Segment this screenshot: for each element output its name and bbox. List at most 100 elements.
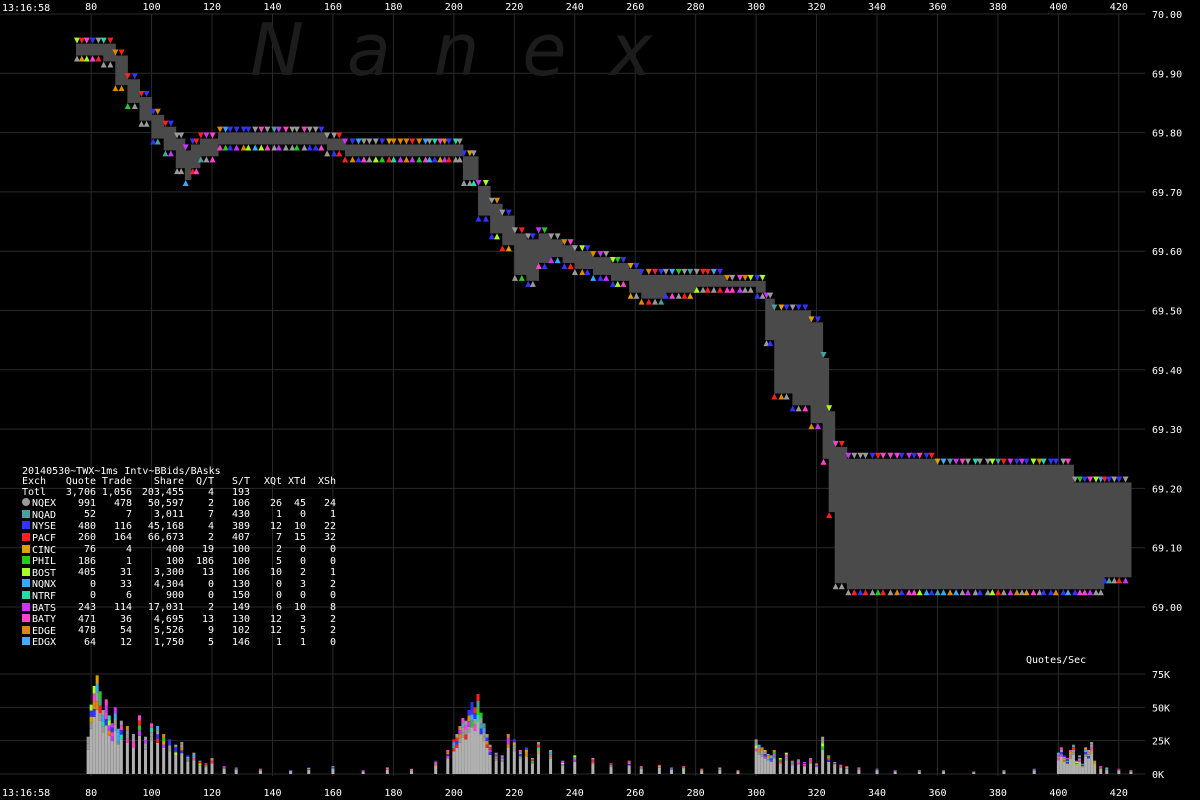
volume-bar-segment bbox=[857, 769, 861, 770]
volume-bar-segment bbox=[815, 765, 819, 767]
volume-bar-segment bbox=[479, 718, 483, 724]
volume-bar-base bbox=[1072, 754, 1075, 774]
stats-cell-st: 149 bbox=[231, 602, 250, 614]
volume-bar-segment bbox=[104, 699, 108, 706]
spread-segment bbox=[1073, 482, 1090, 590]
volume-bar-segment bbox=[307, 769, 311, 770]
bid-quote-marker bbox=[1087, 589, 1094, 596]
volume-bar bbox=[1068, 750, 1072, 774]
ask-quote-marker bbox=[928, 452, 935, 459]
stats-cell-xtd: 0 bbox=[299, 590, 306, 602]
stats-row: EDGX 64 12 1,750 5 146 1 1 0 bbox=[22, 637, 336, 649]
volume-bar-segment bbox=[609, 765, 613, 767]
ask-quote-marker bbox=[1116, 476, 1123, 483]
volume-bar-segment bbox=[778, 758, 782, 760]
bid-quote-marker bbox=[1007, 589, 1014, 596]
bid-quote-marker bbox=[609, 280, 616, 287]
stats-cell-trade: 31 bbox=[119, 567, 132, 579]
stats-cell-share: 100 bbox=[165, 555, 184, 567]
ask-quote-marker bbox=[597, 251, 604, 258]
volume-bar-base bbox=[833, 766, 837, 774]
volume-bar-segment bbox=[198, 764, 202, 766]
volume-bar-segment bbox=[307, 768, 311, 770]
bid-quote-marker bbox=[789, 405, 796, 412]
ask-quote-marker bbox=[783, 304, 790, 311]
volume-bar-base bbox=[168, 751, 172, 774]
bid-quote-marker bbox=[366, 156, 373, 163]
volume-bar-base bbox=[639, 768, 643, 774]
stats-cell-share: 1,750 bbox=[153, 636, 184, 648]
exchange-color-swatch bbox=[22, 556, 30, 565]
volume-bar-segment bbox=[627, 760, 631, 762]
bid-quote-marker bbox=[1030, 589, 1037, 596]
volume-bar-segment bbox=[434, 763, 438, 765]
stats-cell-xsh: 0 bbox=[329, 636, 336, 648]
volume-bar-segment bbox=[470, 708, 474, 715]
bid-quote-marker bbox=[252, 144, 259, 151]
ask-quote-marker bbox=[178, 132, 185, 139]
volume-bar-segment bbox=[479, 728, 483, 735]
ask-quote-marker bbox=[795, 304, 802, 311]
volume-bar bbox=[434, 760, 438, 774]
price-tick-label: 69.00 bbox=[1152, 603, 1182, 614]
volume-bar-segment bbox=[1075, 760, 1079, 762]
spread-segment bbox=[774, 310, 793, 394]
volume-bar-segment bbox=[110, 727, 114, 733]
volume-bar-segment bbox=[857, 767, 861, 769]
volume-bar-segment bbox=[1090, 742, 1094, 745]
volume-bar-segment bbox=[186, 760, 190, 762]
exchange-name: EDGE bbox=[22, 625, 62, 638]
volume-bar-segment bbox=[107, 725, 111, 731]
volume-bar-segment bbox=[627, 764, 631, 766]
volume-bar-segment bbox=[485, 737, 489, 741]
bid-quote-marker bbox=[118, 85, 125, 92]
stats-cell-xtd: 0 bbox=[299, 544, 306, 556]
x-tick-label-bottom: 380 bbox=[989, 788, 1007, 799]
ask-quote-marker bbox=[1111, 476, 1118, 483]
volume-bar bbox=[467, 710, 471, 774]
volume-bar-base bbox=[98, 720, 102, 774]
spread-segment bbox=[115, 55, 128, 86]
stats-cell-st: 106 bbox=[231, 567, 250, 579]
bid-quote-marker bbox=[525, 280, 532, 287]
volume-bar-segment bbox=[518, 756, 522, 759]
volume-bar-segment bbox=[476, 715, 480, 722]
volume-bar-segment bbox=[116, 736, 120, 741]
bid-quote-marker bbox=[426, 156, 433, 163]
volume-bar-segment bbox=[168, 748, 172, 752]
ask-quote-marker bbox=[416, 138, 423, 145]
volume-bar-segment bbox=[839, 765, 843, 767]
volume-bar bbox=[821, 736, 825, 774]
volume-bar-base bbox=[784, 760, 788, 774]
volume-bar-segment bbox=[766, 755, 770, 758]
stats-cell-xqt: 12 bbox=[269, 613, 282, 625]
volume-bar-segment bbox=[125, 726, 129, 731]
volume-bar-segment bbox=[464, 720, 468, 726]
volume-bar-segment bbox=[561, 761, 565, 763]
volume-bar bbox=[137, 715, 141, 774]
ask-quote-marker bbox=[916, 452, 923, 459]
volume-bar-segment bbox=[536, 750, 540, 754]
bid-quote-marker bbox=[947, 589, 954, 596]
volume-bar bbox=[1032, 768, 1036, 774]
volume-bar-segment bbox=[101, 726, 105, 733]
stats-cell-quote: 991 bbox=[77, 497, 96, 509]
volume-bar-segment bbox=[131, 741, 135, 745]
spread-segment bbox=[592, 257, 612, 275]
volume-bar-base bbox=[1062, 761, 1066, 774]
volume-bar-segment bbox=[506, 744, 510, 748]
bid-quote-marker bbox=[795, 405, 802, 412]
volume-bar-segment bbox=[494, 752, 498, 755]
volume-bar-segment bbox=[1065, 758, 1069, 760]
bid-quote-marker bbox=[138, 120, 145, 127]
volume-bar bbox=[1117, 768, 1121, 774]
ask-quote-marker bbox=[390, 138, 397, 145]
stats-cell-xtd bbox=[282, 488, 306, 499]
bid-quote-marker bbox=[767, 340, 774, 347]
volume-bar bbox=[1062, 755, 1066, 774]
volume-bar-segment bbox=[156, 738, 160, 743]
stats-cell-share: 17,031 bbox=[147, 602, 184, 614]
volume-bar-segment bbox=[1062, 760, 1066, 762]
ask-quote-marker bbox=[1030, 458, 1037, 465]
volume-bar-segment bbox=[669, 767, 673, 768]
